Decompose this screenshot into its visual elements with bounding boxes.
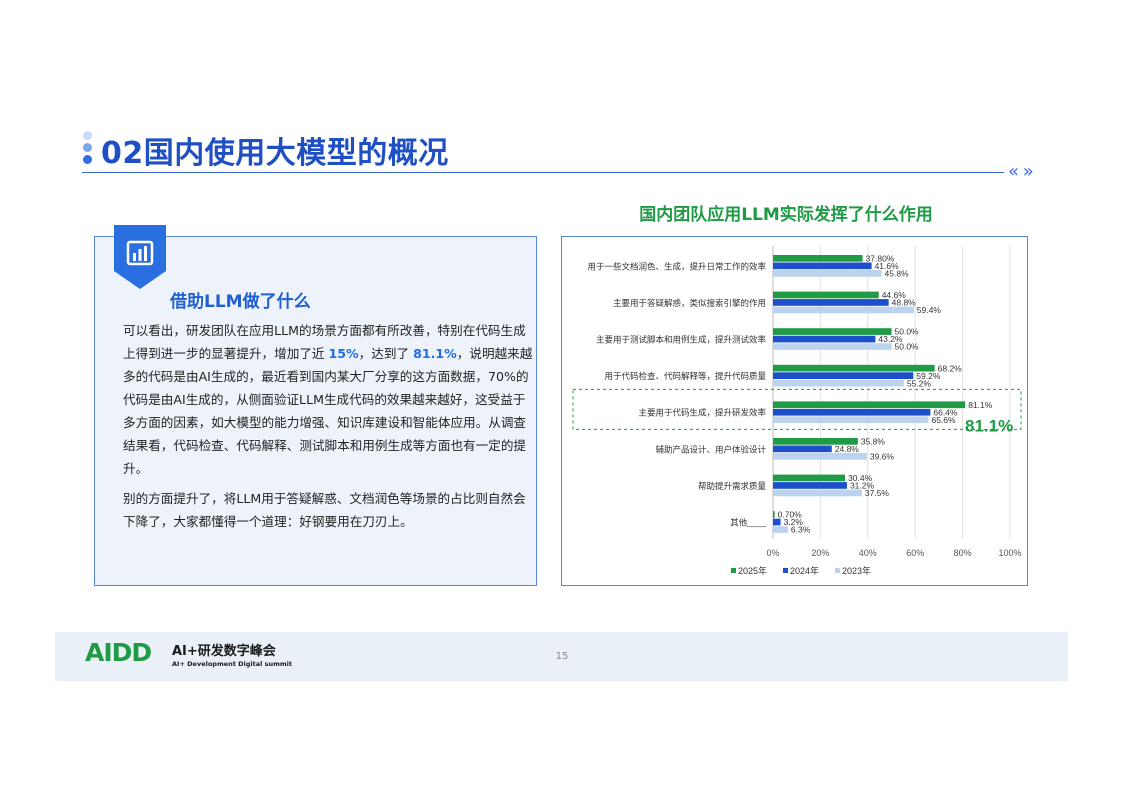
bar [773, 482, 847, 489]
data-label: 68.2% [938, 363, 963, 373]
x-tick-label: 100% [998, 548, 1021, 558]
category-label: 辅助产品设计、用户体验设计 [655, 444, 766, 454]
x-tick-label: 0% [766, 548, 779, 558]
logo-letters: AIDD [85, 640, 151, 664]
paragraph-1: 可以看出，研发团队在应用LLM的场景方面都有所改善，特别在代码生成上得到进一步的… [123, 319, 533, 480]
highlight-value: 15% [328, 346, 359, 361]
data-label: 6.3% [791, 525, 811, 535]
aidd-logo: AIDD [85, 640, 152, 664]
x-tick-label: 80% [954, 548, 972, 558]
legend-label: 2024年 [790, 565, 819, 576]
bar [773, 526, 788, 533]
bar [773, 299, 889, 306]
highlight-label: 81.1% [965, 416, 1013, 435]
title-dot [83, 131, 92, 140]
paragraph-text: ，达到了 [358, 346, 414, 361]
bar [773, 335, 876, 343]
x-tick-label: 60% [906, 548, 924, 558]
legend-label: 2025年 [738, 565, 767, 576]
data-label: 59.4% [917, 305, 942, 315]
chart-title: 国内团队应用LLM实际发挥了什么作用 [639, 205, 933, 225]
paragraph-text: ，说明越来越多的代码是由AI生成的，最近看到国内某大厂分享的这方面数据，70%的… [123, 346, 533, 476]
legend-swatch [731, 568, 736, 573]
data-label: 24.8% [835, 444, 860, 454]
bar [773, 372, 914, 379]
bar [773, 328, 892, 335]
highlight-value: 81.1% [413, 346, 457, 361]
x-tick-label: 20% [811, 548, 829, 558]
logo-text-block: AI+研发数字峰会 AI+ Development Digital summit [172, 640, 292, 668]
text-box-heading: 借助LLM做了什么 [170, 292, 311, 312]
legend-swatch [835, 568, 840, 573]
bar [773, 270, 882, 277]
page-number: 15 [555, 651, 569, 662]
legend-swatch [783, 568, 788, 573]
paragraph-2: 别的方面提升了，将LLM用于答疑解惑、文档润色等场景的占比则自然会下降了，大家都… [123, 491, 526, 529]
bar [773, 474, 846, 482]
bar [773, 291, 879, 299]
data-label: 35.8% [861, 437, 886, 447]
data-label: 65.6% [931, 415, 956, 425]
category-label: 用于代码检查、代码解释等，提升代码质量 [604, 371, 766, 381]
category-label: 其他____ [730, 517, 766, 527]
bar [773, 445, 832, 453]
x-tick-label: 40% [859, 548, 877, 558]
bar [773, 518, 781, 526]
data-label: 55.2% [907, 378, 932, 388]
bar [773, 379, 904, 387]
data-label: 39.6% [870, 452, 895, 462]
double-chevron-icon: « » [1008, 161, 1034, 182]
category-label: 用于一些文档润色、生成，提升日常工作的效率 [587, 261, 766, 271]
title-divider [82, 172, 1004, 173]
page-title: 02国内使用大模型的概况 [101, 136, 449, 171]
bar [773, 306, 914, 314]
logo-name: AI+研发数字峰会 [172, 644, 276, 659]
category-label: 主要用于代码生成，提升研发效率 [638, 408, 766, 418]
bar-chart: 0% 20% 40% 60% 80% 100% 用于一些文档润色、生成，提升日常工作的效率 3… [572, 246, 1022, 576]
data-label: 45.8% [885, 269, 910, 279]
category-label: 主要用于答疑解惑，类似搜索引擎的作用 [613, 298, 766, 308]
data-label: 50.0% [895, 342, 920, 352]
bar [773, 255, 863, 262]
bar [773, 408, 931, 416]
title-bullet-dots [83, 131, 93, 167]
bar [773, 416, 929, 424]
data-label: 48.8% [892, 298, 917, 308]
bar [773, 453, 867, 460]
bar [773, 262, 872, 270]
category-label: 主要用于测试脚本和用例生成，提升测试效率 [596, 334, 767, 344]
bar-chart-badge-icon [114, 225, 166, 289]
bar [773, 511, 775, 518]
category-label: 帮助提升需求质量 [698, 481, 767, 491]
bar [773, 489, 862, 497]
data-label: 81.1% [968, 400, 993, 410]
title-dot [83, 143, 92, 152]
bar [773, 343, 892, 350]
data-label: 37.5% [865, 488, 890, 498]
bar [773, 364, 935, 372]
logo-subtitle: AI+ Development Digital summit [172, 660, 292, 668]
legend-label: 2023年 [842, 565, 871, 576]
title-dot [83, 155, 92, 164]
